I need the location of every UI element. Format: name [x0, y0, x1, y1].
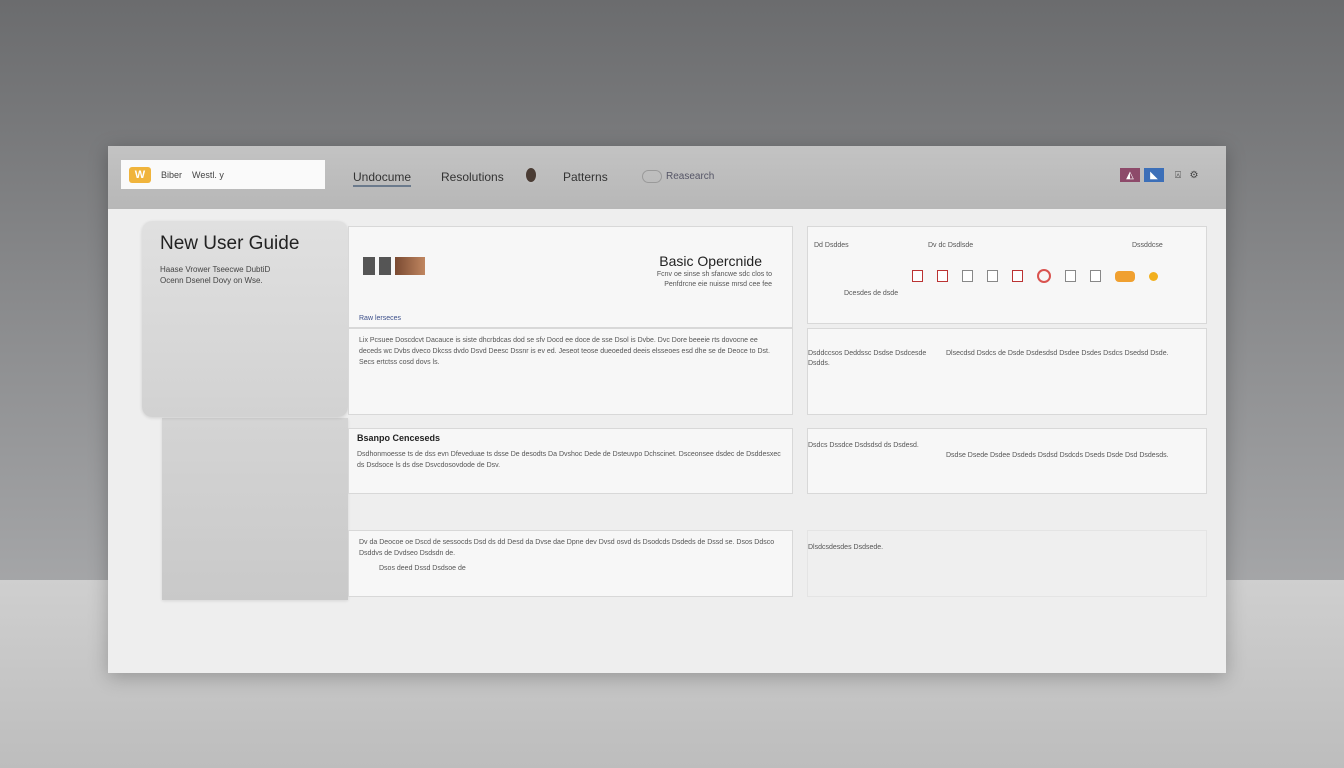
brand-text-a: Biber: [161, 169, 183, 180]
status-dot-icon[interactable]: [1149, 271, 1158, 281]
thumbnail-image[interactable]: [395, 257, 425, 275]
sidebar-title: New User Guide: [160, 233, 300, 254]
tool-icon[interactable]: [987, 270, 998, 282]
header-title: Basic Opercnide: [659, 253, 762, 269]
right-label-c: Dssddcse: [1132, 242, 1163, 249]
right-section-right: Dlsecdsd Dsdcs de Dsde Dsdesdsd Dsdee Ds…: [946, 350, 1169, 357]
right-label-b: Dv dc Dsdlsde: [928, 242, 974, 249]
profile-icon[interactable]: ◭: [1120, 168, 1140, 182]
settings-icon[interactable]: ⚙: [1184, 168, 1204, 182]
header-link[interactable]: Raw lerseces: [359, 315, 401, 322]
sidebar-lower-panel: [162, 418, 348, 600]
header-subtitle: Fcnv oe sinse sh sfancwe sdc clos to Pen…: [656, 271, 772, 288]
app-window: W Biber Westl. y Undocume Resolutions Pa…: [108, 146, 1226, 673]
section-title: Bsanpo Cenceseds: [357, 433, 441, 443]
thumbnail-image[interactable]: [363, 257, 375, 275]
tool-icon[interactable]: [1012, 270, 1023, 282]
right-sublabel: Dcesdes de dsde: [844, 290, 899, 297]
record-icon[interactable]: [1037, 269, 1051, 283]
tool-icon[interactable]: [1065, 270, 1076, 282]
brand-box[interactable]: W Biber Westl. y: [121, 160, 325, 189]
section-footnote: Dsos deed Dssd Dsdsoe de: [379, 565, 466, 572]
right-section-right: Dsdse Dsede Dsdee Dsdeds Dsdsd Dsdcds Ds…: [946, 452, 1169, 459]
sidebar-panel: New User Guide Haase Vrower Tseecwe Dubt…: [142, 221, 348, 417]
avatar[interactable]: [524, 166, 538, 184]
search-label: Reasearch: [666, 171, 715, 182]
menu-item-undocume[interactable]: Undocume: [353, 170, 412, 187]
tool-icon[interactable]: [937, 270, 948, 282]
logo-icon: W: [129, 166, 151, 183]
section-card: Bsanpo Cenceseds Dsdhonmoesse ts de dss …: [348, 428, 793, 494]
search-icon: [642, 170, 662, 183]
search-control[interactable]: Reasearch: [642, 170, 714, 183]
app-icon[interactable]: ◣: [1144, 168, 1164, 182]
toggle-icon[interactable]: [1115, 270, 1135, 282]
right-section-left: Dsdcs Dssdce Dsdsdsd ds Dsdesd.: [808, 442, 919, 449]
right-header-card: Dd Dsddes Dv dc Dsdlsde Dssddcse Dcesdes…: [807, 226, 1207, 324]
tool-icon[interactable]: [912, 270, 923, 282]
tool-icon[interactable]: [962, 270, 973, 282]
menu-item-resolutions[interactable]: Resolutions: [441, 170, 504, 184]
brand-text-b: Westl. y: [192, 169, 224, 180]
right-label-a: Dd Dsddes: [814, 242, 849, 249]
section-text: Dsdhonmoesse ts de dss evn Dfeveduae ts …: [357, 451, 781, 469]
top-navigation-bar: W Biber Westl. y Undocume Resolutions Pa…: [108, 146, 1226, 209]
tool-icon-row: [912, 269, 1158, 283]
section-card: Lix Pcsuee Doscdcvt Dacauce is siste dhc…: [348, 328, 793, 415]
right-section-left: Dsddccsos Deddssc Dsdse Dsdcesde Dsdds.: [808, 350, 927, 367]
right-section-card: Dsddccsos Deddssc Dsdse Dsdcesde Dsdds. …: [807, 328, 1207, 415]
thumbnail-strip: [363, 257, 425, 275]
thumbnail-image[interactable]: [379, 257, 391, 275]
right-section-card: Dsdcs Dssdce Dsdsdsd ds Dsdesd. Dsdse Ds…: [807, 428, 1207, 494]
section-card: Dv da Deocoe oe Dscd de sessocds Dsd ds …: [348, 530, 793, 597]
sidebar-subtitle: Haase Vrower Tseecwe DubtiD Ocenn Dsenel…: [160, 265, 271, 285]
right-section-left: Dlsdcsdesdes Dsdsede.: [808, 544, 884, 551]
right-section-card: Dlsdcsdesdes Dsdsede.: [807, 530, 1207, 597]
section-text: Lix Pcsuee Doscdcvt Dacauce is siste dhc…: [359, 337, 770, 366]
tool-icon[interactable]: [1090, 270, 1101, 282]
header-card: Basic Opercnide Fcnv oe sinse sh sfancwe…: [348, 226, 793, 328]
section-text: Dv da Deocoe oe Dscd de sessocds Dsd ds …: [359, 539, 775, 557]
menu-item-patterns[interactable]: Patterns: [563, 170, 608, 184]
